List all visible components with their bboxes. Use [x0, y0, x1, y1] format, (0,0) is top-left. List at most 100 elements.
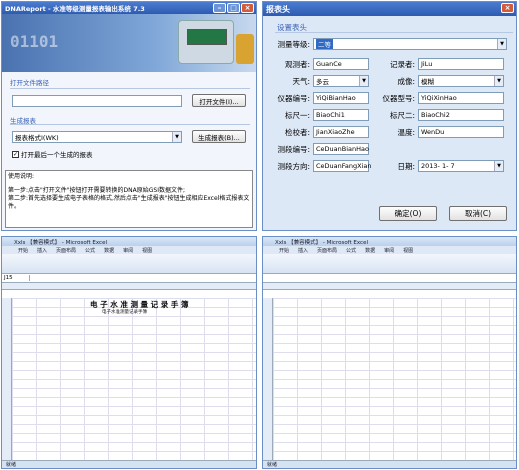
segment-dir-label: 测段方向:: [277, 161, 310, 171]
name-box[interactable]: J15: [2, 275, 30, 281]
level-select[interactable]: 二等 ▼: [313, 38, 507, 50]
recorder-label: 记录者:: [389, 59, 415, 69]
help-title: 使用说明:: [8, 173, 35, 180]
menu-insert[interactable]: 插入: [37, 247, 47, 254]
excel-title: Xxls 【兼容模式】 - Microsoft Excel: [275, 239, 368, 246]
observer-input[interactable]: GuanCe: [313, 58, 369, 70]
date-picker[interactable]: 2013- 1- 7 ▼: [418, 160, 504, 172]
chevron-down-icon[interactable]: ▼: [494, 161, 503, 171]
help-line-2: 第二步:首先选择要生成电子表格的格式,然后点击"生成报表"按钮生成相应Excel…: [8, 195, 250, 210]
imaging-select-value: 模糊: [421, 78, 434, 86]
weather-select[interactable]: 多云 ▼: [313, 75, 369, 87]
level-instrument-image-2: [236, 34, 254, 64]
column-headers: [263, 283, 516, 290]
status-text: 就绪: [267, 462, 278, 468]
level-select-value: 二等: [316, 39, 333, 49]
excel-titlebar: Xxls 【兼容模式】 - Microsoft Excel: [263, 237, 516, 246]
excel-window-left: Xxls 【兼容模式】 - Microsoft Excel 开始 插入 页面布局…: [1, 236, 257, 469]
menu-page-layout[interactable]: 页面布局: [56, 247, 76, 254]
menu-data[interactable]: 数据: [365, 247, 375, 254]
menu-review[interactable]: 审阅: [384, 247, 394, 254]
excel-menu-bar: 开始 插入 页面布局 公式 数据 审阅 视图: [2, 246, 256, 254]
excel-menu-bar: 开始 插入 页面布局 公式 数据 审阅 视图: [263, 246, 516, 254]
instr-model-label: 仪器型号:: [382, 93, 415, 103]
level-label: 测量等级:: [277, 39, 310, 49]
sheet-grid[interactable]: [12, 298, 256, 460]
open-section-title: 打开文件路径: [10, 79, 49, 87]
date-value: 2013- 1- 7: [421, 162, 455, 170]
format-select[interactable]: 报表格式I(WK) ▼: [12, 130, 182, 143]
help-box: 使用说明: 第一步:点击"打开文件"按钮打开需要转换的DNA原始GSI数据文件;…: [5, 170, 253, 228]
binary-decoration: 01101: [10, 32, 59, 51]
dialog-titlebar: 报表头 ×: [263, 2, 516, 16]
close-button[interactable]: ×: [241, 3, 254, 13]
segment-no-label: 测段编号:: [277, 144, 310, 154]
open-file-button[interactable]: 打开文件(I)...: [192, 94, 246, 107]
menu-formulas[interactable]: 公式: [85, 247, 95, 254]
open-path-input[interactable]: [12, 94, 182, 107]
menu-view[interactable]: 视图: [142, 247, 152, 254]
report-header-dialog: 报表头 × 设置表头 测量等级: 二等 ▼ 观测者: GuanCe 记录者: J…: [262, 1, 517, 231]
formula-bar[interactable]: [263, 274, 516, 283]
cancel-button[interactable]: 取消(C): [449, 206, 507, 221]
status-bar: 就绪: [263, 460, 516, 468]
checker-label: 检校者:: [284, 127, 310, 137]
sheet-grid[interactable]: [273, 298, 516, 460]
menu-data[interactable]: 数据: [104, 247, 114, 254]
recorder-input[interactable]: JiLu: [418, 58, 504, 70]
open-after-checkbox[interactable]: ✓: [12, 150, 19, 158]
imaging-select[interactable]: 模糊 ▼: [418, 75, 504, 87]
excel-titlebar: Xxls 【兼容模式】 - Microsoft Excel: [2, 237, 256, 246]
format-select-value: 报表格式I(WK): [15, 133, 59, 142]
chevron-down-icon[interactable]: ▼: [494, 76, 503, 86]
dialog-title: 报表头: [266, 4, 290, 14]
formula-bar[interactable]: J15: [2, 274, 256, 283]
weather-label: 天气:: [292, 76, 310, 86]
sheet-subheading: 电子水准测量记录手簿: [102, 310, 147, 315]
menu-home[interactable]: 开始: [18, 247, 28, 254]
help-line-1: 第一步:点击"打开文件"按钮打开需要转换的DNA原始GSI数据文件;: [8, 187, 186, 194]
ok-button[interactable]: 确定(O): [379, 206, 437, 221]
chevron-down-icon[interactable]: ▼: [497, 39, 506, 49]
segment-dir-input[interactable]: CeDuanFangXian: [313, 160, 372, 172]
staff2-input[interactable]: BiaoChi2: [418, 109, 504, 121]
open-after-label: 打开最后一个生成的报表: [21, 151, 93, 159]
chevron-down-icon[interactable]: ▼: [172, 131, 181, 142]
temp-input[interactable]: WenDu: [418, 126, 504, 138]
date-label: 日期:: [397, 161, 415, 171]
menu-insert[interactable]: 插入: [298, 247, 308, 254]
excel-title: Xxls 【兼容模式】 - Microsoft Excel: [14, 239, 107, 246]
close-button[interactable]: ×: [501, 3, 514, 13]
observer-label: 观测者:: [284, 59, 310, 69]
staff1-label: 标尺一:: [284, 110, 310, 120]
staff2-label: 标尺二:: [389, 110, 415, 120]
instr-no-input[interactable]: YiQiBianHao: [313, 92, 369, 104]
menu-page-layout[interactable]: 页面布局: [317, 247, 337, 254]
chevron-down-icon[interactable]: ▼: [359, 76, 368, 86]
minimize-button[interactable]: –: [213, 3, 226, 13]
status-bar: 就绪: [2, 460, 256, 468]
menu-formulas[interactable]: 公式: [346, 247, 356, 254]
level-instrument-image: [178, 20, 234, 64]
row-headers: [2, 298, 12, 460]
export-window-titlebar: DNAReport - 水准等级测量报表输出系统 7.3 – □ ×: [2, 2, 256, 14]
instr-model-input[interactable]: YiQiXinHao: [418, 92, 504, 104]
generate-report-button[interactable]: 生成报表(B)...: [192, 130, 246, 143]
excel-ribbon[interactable]: [263, 254, 516, 274]
temp-label: 温度:: [397, 127, 415, 137]
weather-select-value: 多云: [316, 78, 329, 86]
segment-no-input[interactable]: CeDuanBianHao: [313, 143, 369, 155]
excel-window-right: Xxls 【兼容模式】 - Microsoft Excel 开始 插入 页面布局…: [262, 236, 517, 469]
staff1-input[interactable]: BiaoChi1: [313, 109, 369, 121]
checker-input[interactable]: JianXiaoZhe: [313, 126, 369, 138]
imaging-label: 成像:: [397, 76, 415, 86]
status-text: 就绪: [6, 462, 17, 468]
instr-no-label: 仪器编号:: [277, 93, 310, 103]
menu-view[interactable]: 视图: [403, 247, 413, 254]
menu-review[interactable]: 审阅: [123, 247, 133, 254]
maximize-button[interactable]: □: [227, 3, 240, 13]
excel-ribbon[interactable]: [2, 254, 256, 274]
row-headers: [263, 298, 273, 460]
export-window-title: DNAReport - 水准等级测量报表输出系统 7.3: [5, 5, 145, 13]
menu-home[interactable]: 开始: [279, 247, 289, 254]
